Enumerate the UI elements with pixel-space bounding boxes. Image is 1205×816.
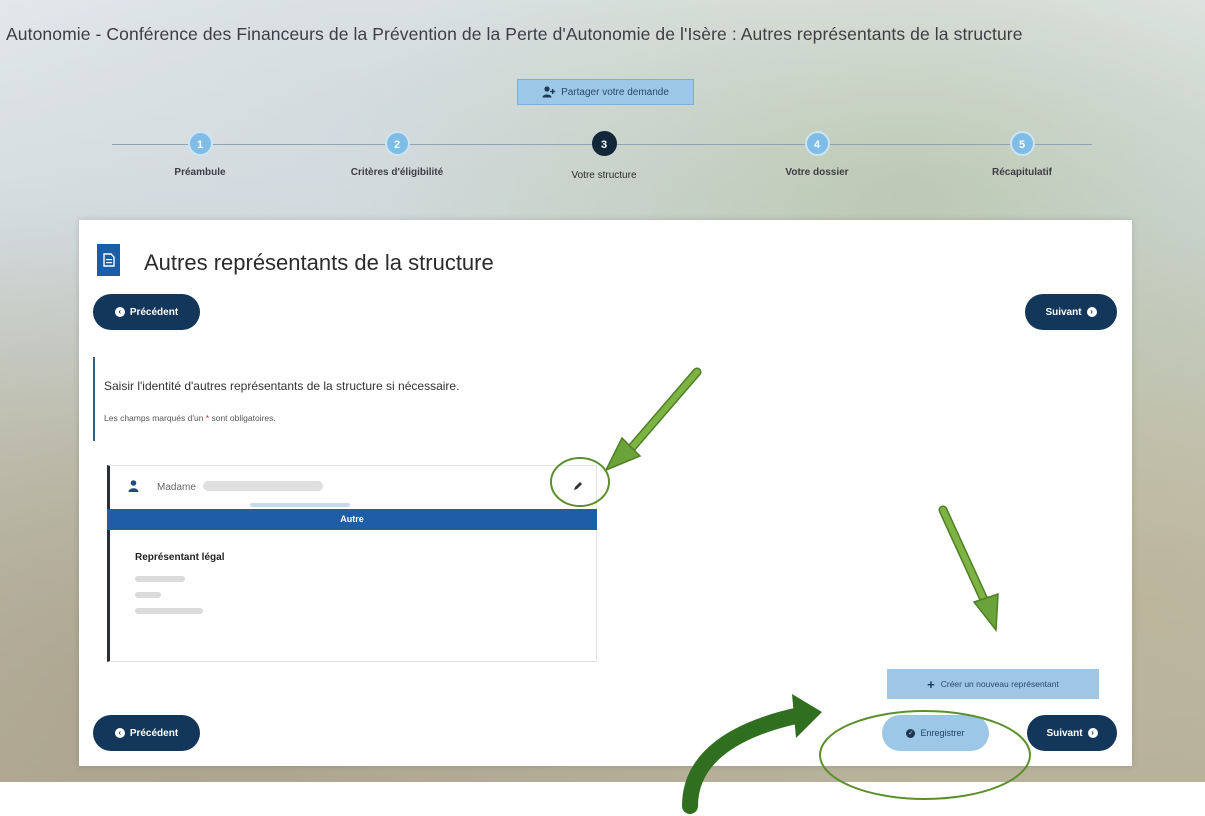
save-button[interactable]: ✓ Enregistrer — [882, 715, 989, 751]
info-box: Saisir l'identité d'autres représentants… — [93, 357, 1115, 441]
next-label: Suivant — [1046, 727, 1083, 739]
next-button-top[interactable]: Suivant › — [1025, 294, 1117, 330]
redacted-line — [135, 592, 161, 598]
step-number: 2 — [384, 131, 410, 156]
arrow-right-circle-icon: › — [1086, 307, 1097, 317]
next-button-bottom[interactable]: Suivant › — [1027, 715, 1117, 751]
representative-civility: Madame — [157, 482, 196, 493]
document-icon — [97, 244, 120, 276]
redacted-underline — [250, 503, 350, 507]
step-label: Préambule — [174, 167, 226, 178]
check-circle-icon: ✓ — [906, 728, 916, 738]
step-number: 4 — [804, 131, 830, 156]
redacted-name — [203, 481, 323, 491]
previous-button-top[interactable]: ‹ Précédent — [93, 294, 200, 330]
step-label: Critères d'éligibilité — [350, 167, 444, 178]
redacted-line — [135, 576, 185, 582]
pencil-icon — [574, 482, 582, 490]
edit-representative-button[interactable] — [570, 478, 586, 494]
page-title: Autonomie - Conférence des Financeurs de… — [6, 24, 1023, 44]
user-plus-icon — [542, 86, 556, 98]
card-title: Autres représentants de la structure — [144, 250, 494, 275]
required-fields-note: Les champs marqués d'un * sont obligatoi… — [104, 413, 276, 423]
step-votre-dossier[interactable]: 4 Votre dossier — [747, 131, 887, 178]
plus-icon: + — [927, 676, 935, 692]
step-recapitulatif[interactable]: 5 Récapitulatif — [952, 131, 1092, 178]
step-number: 3 — [591, 131, 617, 156]
representative-role: Représentant légal — [135, 552, 225, 563]
representative-card: Madame Autre Représentant légal — [107, 465, 597, 662]
arrow-left-circle-icon: ‹ — [114, 728, 125, 738]
representative-category: Autre — [107, 509, 597, 530]
previous-label: Précédent — [129, 727, 179, 739]
create-representative-label: Créer un nouveau représentant — [940, 679, 1059, 689]
step-preambule[interactable]: 1 Préambule — [130, 131, 270, 178]
redacted-line — [135, 608, 203, 614]
step-label: Votre structure — [571, 170, 637, 181]
previous-label: Précédent — [129, 306, 179, 318]
step-label: Récapitulatif — [991, 167, 1052, 178]
share-request-label: Partager votre demande — [561, 86, 669, 98]
step-votre-structure[interactable]: 3 Votre structure — [534, 131, 674, 181]
step-criteres[interactable]: 2 Critères d'éligibilité — [327, 131, 467, 178]
step-label: Votre dossier — [785, 167, 849, 178]
required-note-after: sont obligatoires. — [209, 413, 276, 423]
share-request-button[interactable]: Partager votre demande — [517, 79, 694, 105]
required-note-before: Les champs marqués d'un — [104, 413, 206, 423]
arrow-left-circle-icon: ‹ — [114, 307, 125, 317]
previous-button-bottom[interactable]: ‹ Précédent — [93, 715, 200, 751]
step-number: 5 — [1009, 131, 1035, 156]
user-icon — [128, 480, 139, 492]
step-number: 1 — [187, 131, 213, 156]
save-label: Enregistrer — [920, 728, 965, 738]
arrow-right-circle-icon: › — [1087, 728, 1098, 738]
info-text: Saisir l'identité d'autres représentants… — [104, 379, 460, 393]
page: Autonomie - Conférence des Financeurs de… — [0, 0, 1205, 816]
create-representative-button[interactable]: + Créer un nouveau représentant — [887, 669, 1099, 699]
form-card: Autres représentants de la structure ‹ P… — [79, 220, 1132, 766]
next-label: Suivant — [1045, 306, 1082, 318]
